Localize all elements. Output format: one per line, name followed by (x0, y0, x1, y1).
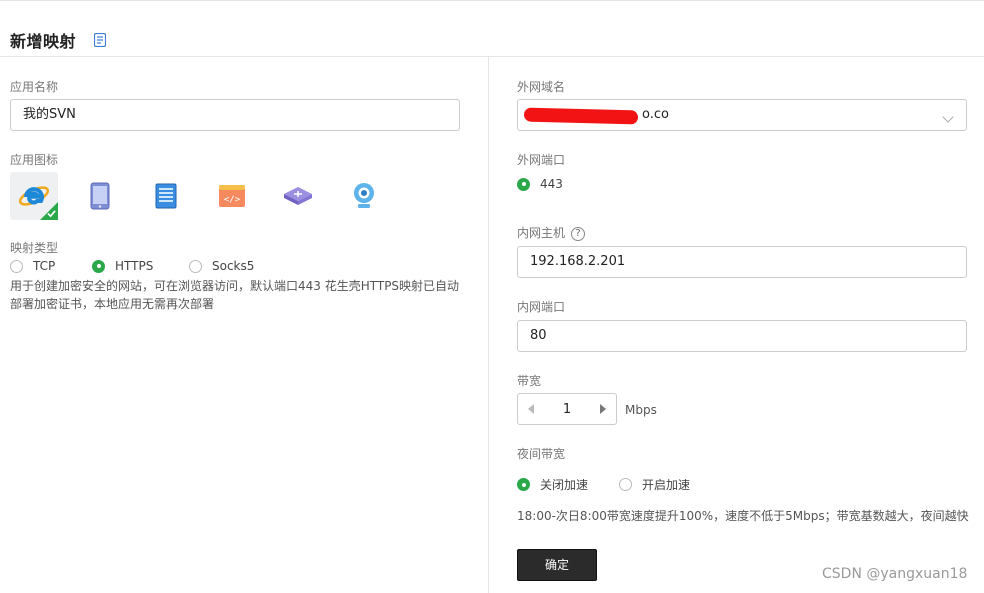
code-window-icon[interactable]: </> (208, 172, 256, 220)
night-bandwidth-label: 夜间带宽 (517, 447, 566, 461)
domain-value: o.co (642, 107, 669, 122)
radio-night-on[interactable]: 开启加速 (619, 476, 690, 493)
radio-socks5-label: Socks5 (212, 259, 255, 273)
internal-host-label-row: 内网主机? (517, 224, 586, 241)
radio-https[interactable]: HTTPS (92, 259, 153, 273)
mapping-type-label: 映射类型 (10, 241, 59, 255)
radio-tcp[interactable]: TCP (10, 259, 55, 273)
radio-tcp-label: TCP (33, 259, 56, 273)
ie-browser-icon[interactable] (10, 172, 58, 220)
radio-night-on-label: 开启加速 (642, 478, 691, 492)
internal-host-label: 内网主机 (517, 226, 566, 240)
radio-night-off[interactable]: 关闭加速 (517, 476, 588, 493)
app-name-input[interactable]: 我的SVN (10, 99, 460, 131)
bandwidth-stepper[interactable]: 1 (517, 393, 617, 425)
radio-socks5[interactable]: Socks5 (189, 259, 254, 273)
camera-icon[interactable] (340, 172, 388, 220)
bandwidth-unit: Mbps (625, 403, 657, 417)
domain-label: 外网域名 (517, 80, 566, 94)
increment-icon[interactable] (600, 404, 606, 414)
svg-text:</>: </> (224, 195, 241, 205)
internal-port-input[interactable]: 80 (517, 320, 967, 352)
external-port-value: 443 (540, 177, 563, 191)
radio-dot-selected (92, 259, 105, 273)
radio-dot-selected (517, 177, 530, 191)
radio-dot-selected (517, 478, 530, 491)
mapping-type-description: 用于创建加密安全的网站，可在浏览器访问，默认端口443 花生壳HTTPS映射已自… (10, 279, 460, 311)
night-bandwidth-note: 18:00-次日8:00带宽速度提升100%，速度不低于5Mbps；带宽基数越大… (517, 509, 969, 523)
bandwidth-label: 带宽 (517, 374, 542, 388)
router-icon[interactable] (274, 172, 322, 220)
decrement-icon[interactable] (528, 404, 534, 414)
radio-dot (189, 259, 202, 273)
external-port-label: 外网端口 (517, 153, 566, 167)
column-divider (488, 57, 489, 593)
tablet-icon[interactable] (76, 172, 124, 220)
app-icon-label: 应用图标 (10, 153, 59, 167)
radio-dot (619, 478, 632, 491)
bandwidth-value[interactable]: 1 (563, 402, 571, 417)
doc-icon[interactable] (94, 33, 106, 47)
confirm-button[interactable]: 确定 (517, 549, 597, 581)
redaction-mark (523, 107, 639, 125)
internal-host-input[interactable]: 192.168.2.201 (517, 246, 967, 278)
app-name-label: 应用名称 (10, 80, 59, 94)
radio-https-label: HTTPS (115, 259, 154, 273)
help-icon[interactable]: ? (571, 226, 586, 241)
page-header: 新增映射 (0, 1, 984, 57)
watermark: CSDN @yangxuan18 (822, 566, 968, 582)
radio-night-off-label: 关闭加速 (540, 478, 589, 492)
page-title: 新增映射 (10, 32, 77, 51)
radio-external-port-443[interactable]: 443 (517, 177, 563, 191)
server-icon[interactable] (142, 172, 190, 220)
internal-port-label: 内网端口 (517, 300, 566, 314)
radio-dot (10, 259, 23, 273)
check-icon (47, 210, 56, 218)
